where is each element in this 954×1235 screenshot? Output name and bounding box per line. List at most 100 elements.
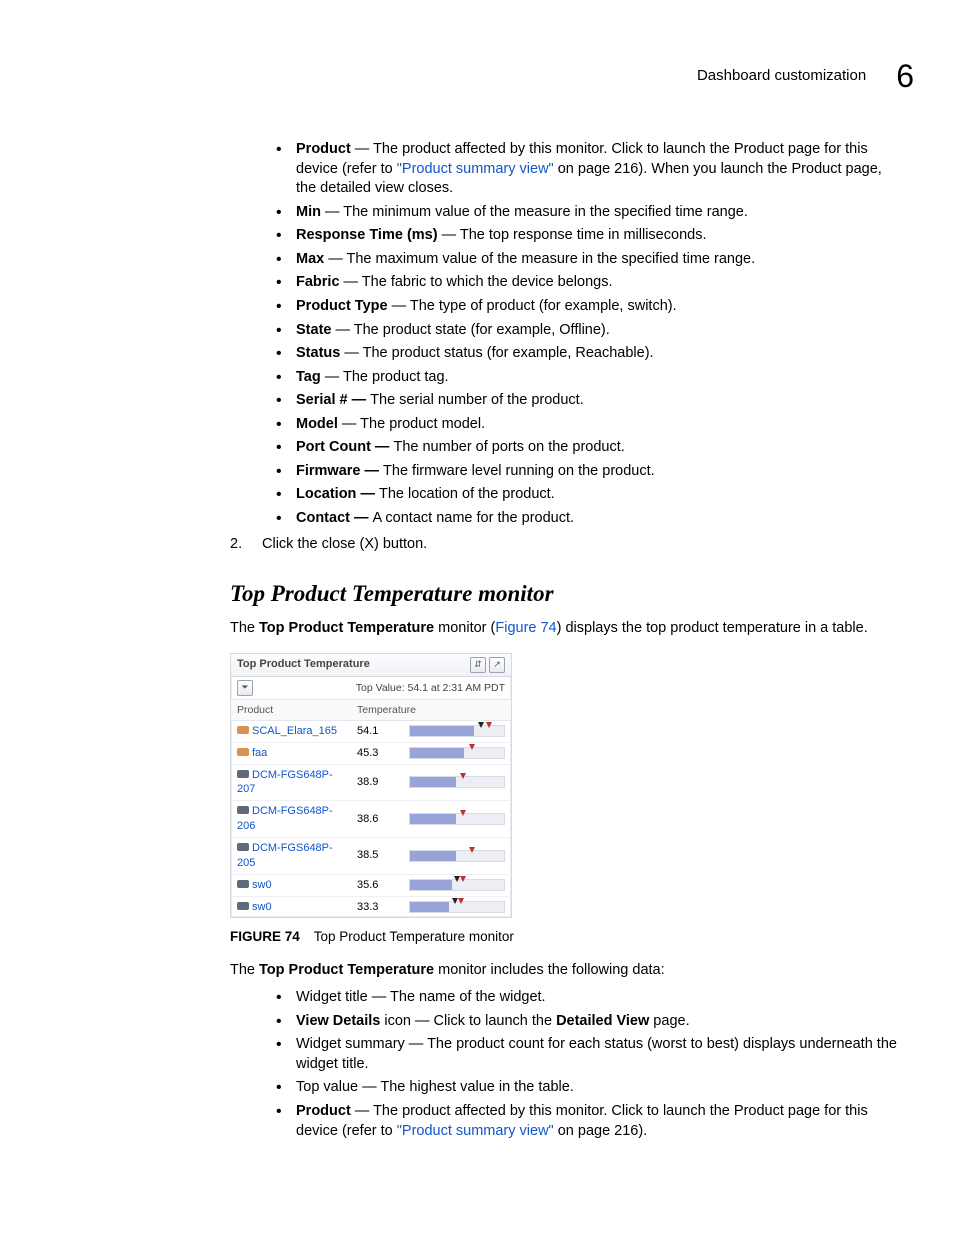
cross-ref-link[interactable]: "Product summary view" xyxy=(397,161,554,177)
device-icon xyxy=(237,770,249,778)
filter-icon[interactable]: ⏷ xyxy=(237,680,253,696)
device-icon xyxy=(237,806,249,814)
view-details-icon[interactable]: ↗ xyxy=(489,657,505,673)
device-icon xyxy=(237,880,249,888)
term: Response Time (ms) xyxy=(296,227,438,243)
figure-caption: FIGURE 74 Top Product Temperature monitor xyxy=(230,928,904,946)
figure-ref-link[interactable]: Figure 74 xyxy=(495,620,556,636)
figure-caption-text: Top Product Temperature monitor xyxy=(314,929,514,944)
product-link[interactable]: DCM-FGS648P-205 xyxy=(237,842,333,869)
list-item: Contact — A contact name for the product… xyxy=(276,509,904,529)
product-link[interactable]: DCM-FGS648P-207 xyxy=(237,769,333,796)
term: Contact — xyxy=(296,510,373,526)
widget-header-icons: ⇵ ↗ xyxy=(470,657,505,673)
list-item: Top value — The highest value in the tab… xyxy=(276,1078,904,1098)
product-link[interactable]: faa xyxy=(252,747,267,759)
temperature-value: 38.5 xyxy=(351,846,403,865)
temperature-value: 35.6 xyxy=(351,876,403,895)
table-row: sw0 33.3 xyxy=(231,897,511,918)
list-item: Response Time (ms) — The top response ti… xyxy=(276,226,904,246)
term: Product xyxy=(296,1103,351,1119)
cross-ref-link[interactable]: "Product summary view" xyxy=(397,1123,554,1139)
term: Product Type xyxy=(296,298,388,314)
list-item: Status — The product status (for example… xyxy=(276,344,904,364)
list-item: Model — The product model. xyxy=(276,415,904,435)
list-item: Fabric — The fabric to which the device … xyxy=(276,273,904,293)
product-link[interactable]: sw0 xyxy=(252,879,272,891)
product-link[interactable]: SCAL_Elara_165 xyxy=(252,725,337,737)
list-item: Port Count — The number of ports on the … xyxy=(276,438,904,458)
list-item: Tag — The product tag. xyxy=(276,368,904,388)
gauge-bar xyxy=(409,850,505,862)
step-2: 2. Click the close (X) button. xyxy=(230,535,904,555)
list-item: Product — The product affected by this m… xyxy=(276,1102,904,1141)
temperature-value: 33.3 xyxy=(351,898,403,917)
table-row: sw0 35.6 xyxy=(231,875,511,897)
page: Dashboard customization 6 Product — The … xyxy=(0,0,954,1235)
term: Product xyxy=(296,141,351,157)
list-item: Product — The product affected by this m… xyxy=(276,140,904,199)
chapter-number: 6 xyxy=(896,60,914,92)
temperature-widget: Top Product Temperature ⇵ ↗ ⏷ Top Value:… xyxy=(230,653,512,919)
header-title: Dashboard customization xyxy=(697,66,866,86)
term: Detailed View xyxy=(556,1013,649,1029)
gauge-bar xyxy=(409,725,505,737)
term: Firmware — xyxy=(296,463,383,479)
step-list: 2. Click the close (X) button. xyxy=(230,535,904,555)
list-item: Location — The location of the product. xyxy=(276,485,904,505)
term: Status xyxy=(296,345,340,361)
product-cell[interactable]: sw0 xyxy=(231,898,351,917)
list-item: View Details icon — Click to launch the … xyxy=(276,1012,904,1032)
table-row: SCAL_Elara_165 54.1 xyxy=(231,721,511,743)
term: Location — xyxy=(296,486,379,502)
step-text: Click the close (X) button. xyxy=(262,536,427,552)
list-item: State — The product state (for example, … xyxy=(276,321,904,341)
section-heading: Top Product Temperature monitor xyxy=(230,578,904,609)
list-item: Widget summary — The product count for e… xyxy=(276,1035,904,1074)
term: Serial # — xyxy=(296,392,370,408)
expand-icon[interactable]: ⇵ xyxy=(470,657,486,673)
list-item: Product Type — The type of product (for … xyxy=(276,297,904,317)
list-item: Firmware — The firmware level running on… xyxy=(276,462,904,482)
intro-paragraph: The Top Product Temperature monitor (Fig… xyxy=(230,619,904,639)
widget-title: Top Product Temperature xyxy=(237,657,370,672)
includes-paragraph: The Top Product Temperature monitor incl… xyxy=(230,961,904,981)
widget-subheader: ⏷ Top Value: 54.1 at 2:31 AM PDT xyxy=(231,677,511,700)
term: Model xyxy=(296,416,338,432)
widget-header: Top Product Temperature ⇵ ↗ xyxy=(231,654,511,677)
product-link[interactable]: sw0 xyxy=(252,901,272,913)
step-number: 2. xyxy=(230,535,254,555)
term: Tag xyxy=(296,369,321,385)
product-cell[interactable]: faa xyxy=(231,744,351,763)
device-icon xyxy=(237,843,249,851)
threshold-marker-icon xyxy=(460,810,466,816)
definition-list-1: Product — The product affected by this m… xyxy=(230,140,904,529)
table-row: faa 45.3 xyxy=(231,743,511,765)
term: State xyxy=(296,322,331,338)
product-cell[interactable]: DCM-FGS648P-207 xyxy=(231,766,351,800)
term: Fabric xyxy=(296,274,340,290)
device-icon xyxy=(237,902,249,910)
table-row: DCM-FGS648P-205 38.5 xyxy=(231,838,511,875)
page-body: Product — The product affected by this m… xyxy=(230,140,904,1141)
col-header-temperature: Temperature xyxy=(351,700,403,720)
threshold-marker-icon xyxy=(469,847,475,853)
term: Min xyxy=(296,204,321,220)
figure-number: FIGURE 74 xyxy=(230,929,300,944)
gauge-bar xyxy=(409,901,505,913)
product-cell[interactable]: DCM-FGS648P-205 xyxy=(231,839,351,873)
list-item: Min — The minimum value of the measure i… xyxy=(276,203,904,223)
term: Port Count — xyxy=(296,439,393,455)
product-cell[interactable]: SCAL_Elara_165 xyxy=(231,722,351,741)
product-cell[interactable]: DCM-FGS648P-206 xyxy=(231,802,351,836)
col-header-product: Product xyxy=(231,700,351,720)
product-link[interactable]: DCM-FGS648P-206 xyxy=(237,805,333,832)
table-row: DCM-FGS648P-20738.9 xyxy=(231,765,511,802)
product-cell[interactable]: sw0 xyxy=(231,876,351,895)
temperature-value: 38.6 xyxy=(351,810,403,829)
table-row: DCM-FGS648P-206 38.6 xyxy=(231,801,511,838)
temperature-value: 45.3 xyxy=(351,744,403,763)
definition-list-2: Widget title — The name of the widget.Vi… xyxy=(230,988,904,1141)
temperature-value: 54.1 xyxy=(351,722,403,741)
threshold-marker-icon xyxy=(486,722,492,728)
